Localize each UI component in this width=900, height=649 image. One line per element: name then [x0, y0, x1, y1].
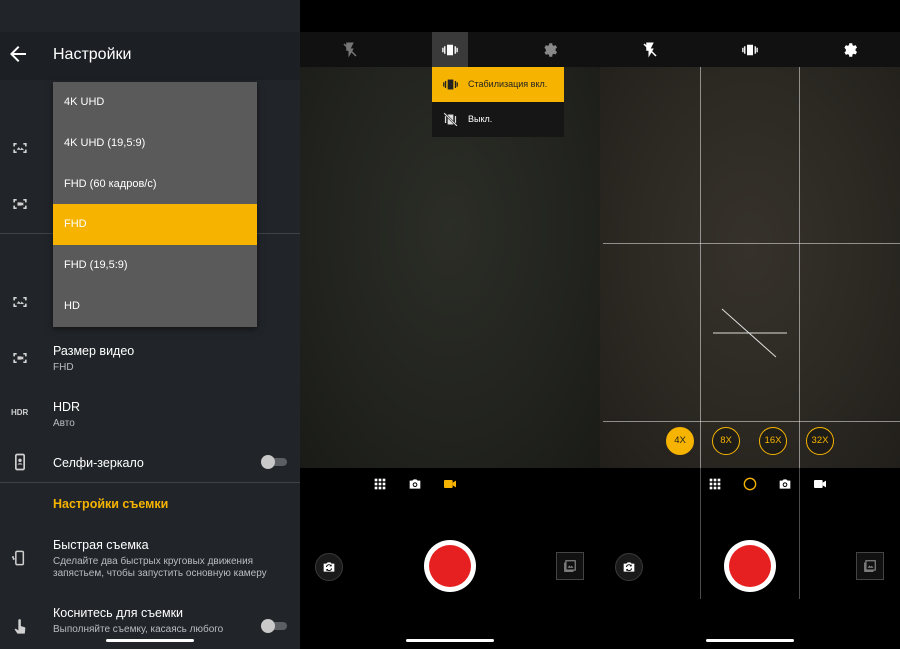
camera-viewfinder[interactable] — [600, 67, 900, 468]
divider — [0, 482, 300, 483]
flash-off-icon[interactable] — [641, 41, 659, 59]
stabilization-icon — [443, 79, 458, 90]
touch-capture-toggle[interactable] — [261, 619, 287, 633]
record-button[interactable] — [424, 540, 476, 592]
dropdown-option-selected[interactable]: FHD — [53, 204, 257, 245]
home-indicator[interactable] — [106, 639, 194, 642]
video-size-label: Размер видео — [53, 344, 135, 358]
zoom-8x-button[interactable]: 8X — [712, 427, 740, 455]
stabilization-off-icon — [443, 112, 458, 127]
camera-controls — [300, 468, 600, 599]
app-bar: Настройки — [0, 32, 300, 80]
stabilization-button-active[interactable] — [432, 32, 468, 67]
camera-top-bar — [600, 32, 900, 67]
touch-capture-label: Коснитесь для съемки — [53, 606, 184, 620]
stabilization-icon — [442, 44, 458, 56]
video-size-icon — [13, 199, 27, 209]
camera-controls — [600, 468, 900, 599]
dropdown-option[interactable]: 4K UHD (19,5:9) — [53, 123, 257, 164]
stabilization-off-label: Выкл. — [468, 114, 493, 124]
video-size-icon — [13, 353, 27, 363]
home-indicator[interactable] — [406, 639, 494, 642]
zoom-4x-button[interactable]: 4X — [666, 427, 694, 455]
photo-icon[interactable] — [407, 476, 423, 492]
level-indicator — [713, 308, 787, 358]
grid-line — [700, 468, 701, 599]
section-header-capture: Настройки съемки — [53, 497, 169, 511]
stabilization-on-option[interactable]: Стабилизация вкл. — [432, 67, 564, 102]
switch-camera-button[interactable] — [615, 553, 643, 581]
quick-capture-label: Быстрая съемка — [53, 538, 149, 552]
nav-bar — [300, 599, 600, 649]
quick-capture-description: Сделайте два быстрых круговых движения з… — [53, 556, 267, 579]
grid-icon[interactable] — [707, 476, 723, 492]
photo-icon[interactable] — [777, 476, 793, 492]
grid-line — [603, 421, 900, 422]
photo-size-icon — [13, 297, 27, 307]
zoom-32x-button[interactable]: 32X — [806, 427, 834, 455]
camera-top-bar — [300, 32, 600, 67]
flash-off-icon[interactable] — [341, 41, 359, 59]
nav-bar — [600, 599, 900, 649]
video-size-value: FHD — [53, 362, 74, 373]
settings-screen: Настройки Размер видео FHD HDR HDR Авто … — [0, 0, 300, 649]
grid-line — [603, 243, 900, 244]
dropdown-option[interactable]: HD — [53, 286, 257, 327]
touch-hand-icon — [14, 619, 26, 634]
zoom-16x-button[interactable]: 16X — [759, 427, 787, 455]
gallery-thumbnail[interactable] — [856, 552, 884, 580]
grid-line — [799, 468, 800, 599]
stabilization-menu: Стабилизация вкл. Выкл. — [432, 67, 564, 137]
gallery-thumbnail[interactable] — [556, 552, 584, 580]
record-button[interactable] — [724, 540, 776, 592]
switch-camera-icon — [623, 562, 635, 572]
home-indicator[interactable] — [706, 639, 794, 642]
back-arrow-icon[interactable] — [6, 42, 30, 66]
video-icon[interactable] — [442, 476, 458, 492]
video-size-dropdown[interactable]: 4K UHD 4K UHD (19,5:9) FHD (60 кадров/с)… — [53, 82, 257, 327]
stabilization-on-label: Стабилизация вкл. — [468, 79, 548, 89]
video-icon[interactable] — [812, 476, 828, 492]
gallery-icon — [564, 560, 576, 572]
stabilization-icon[interactable] — [741, 41, 759, 59]
gallery-icon — [864, 560, 876, 572]
grid-icon[interactable] — [372, 476, 388, 492]
stabilization-off-option[interactable]: Выкл. — [432, 102, 564, 137]
camera-zoom-screen: 4X 8X 16X 32X — [600, 0, 900, 649]
selfie-phone-icon — [15, 453, 25, 471]
dropdown-option[interactable]: 4K UHD — [53, 82, 257, 123]
dropdown-option[interactable]: FHD (60 кадров/с) — [53, 164, 257, 205]
dropdown-option[interactable]: FHD (19,5:9) — [53, 245, 257, 286]
photo-size-icon — [13, 143, 27, 153]
night-mode-icon[interactable] — [742, 476, 758, 492]
touch-capture-description: Выполняйте съемку, касаясь любого — [53, 624, 224, 635]
switch-camera-button[interactable] — [315, 553, 343, 581]
hdr-value: Авто — [53, 418, 75, 429]
gear-icon[interactable] — [841, 41, 859, 59]
selfie-mirror-label: Селфи-зеркало — [53, 456, 144, 470]
gear-icon[interactable] — [541, 41, 559, 59]
camera-stabilization-screen: Стабилизация вкл. Выкл. — [300, 0, 600, 649]
hdr-label: HDR — [53, 400, 81, 414]
hdr-icon: HDR — [11, 408, 29, 417]
selfie-mirror-toggle[interactable] — [261, 455, 287, 469]
page-title: Настройки — [53, 46, 132, 63]
switch-camera-icon — [323, 562, 335, 572]
phone-twist-icon — [11, 550, 25, 566]
